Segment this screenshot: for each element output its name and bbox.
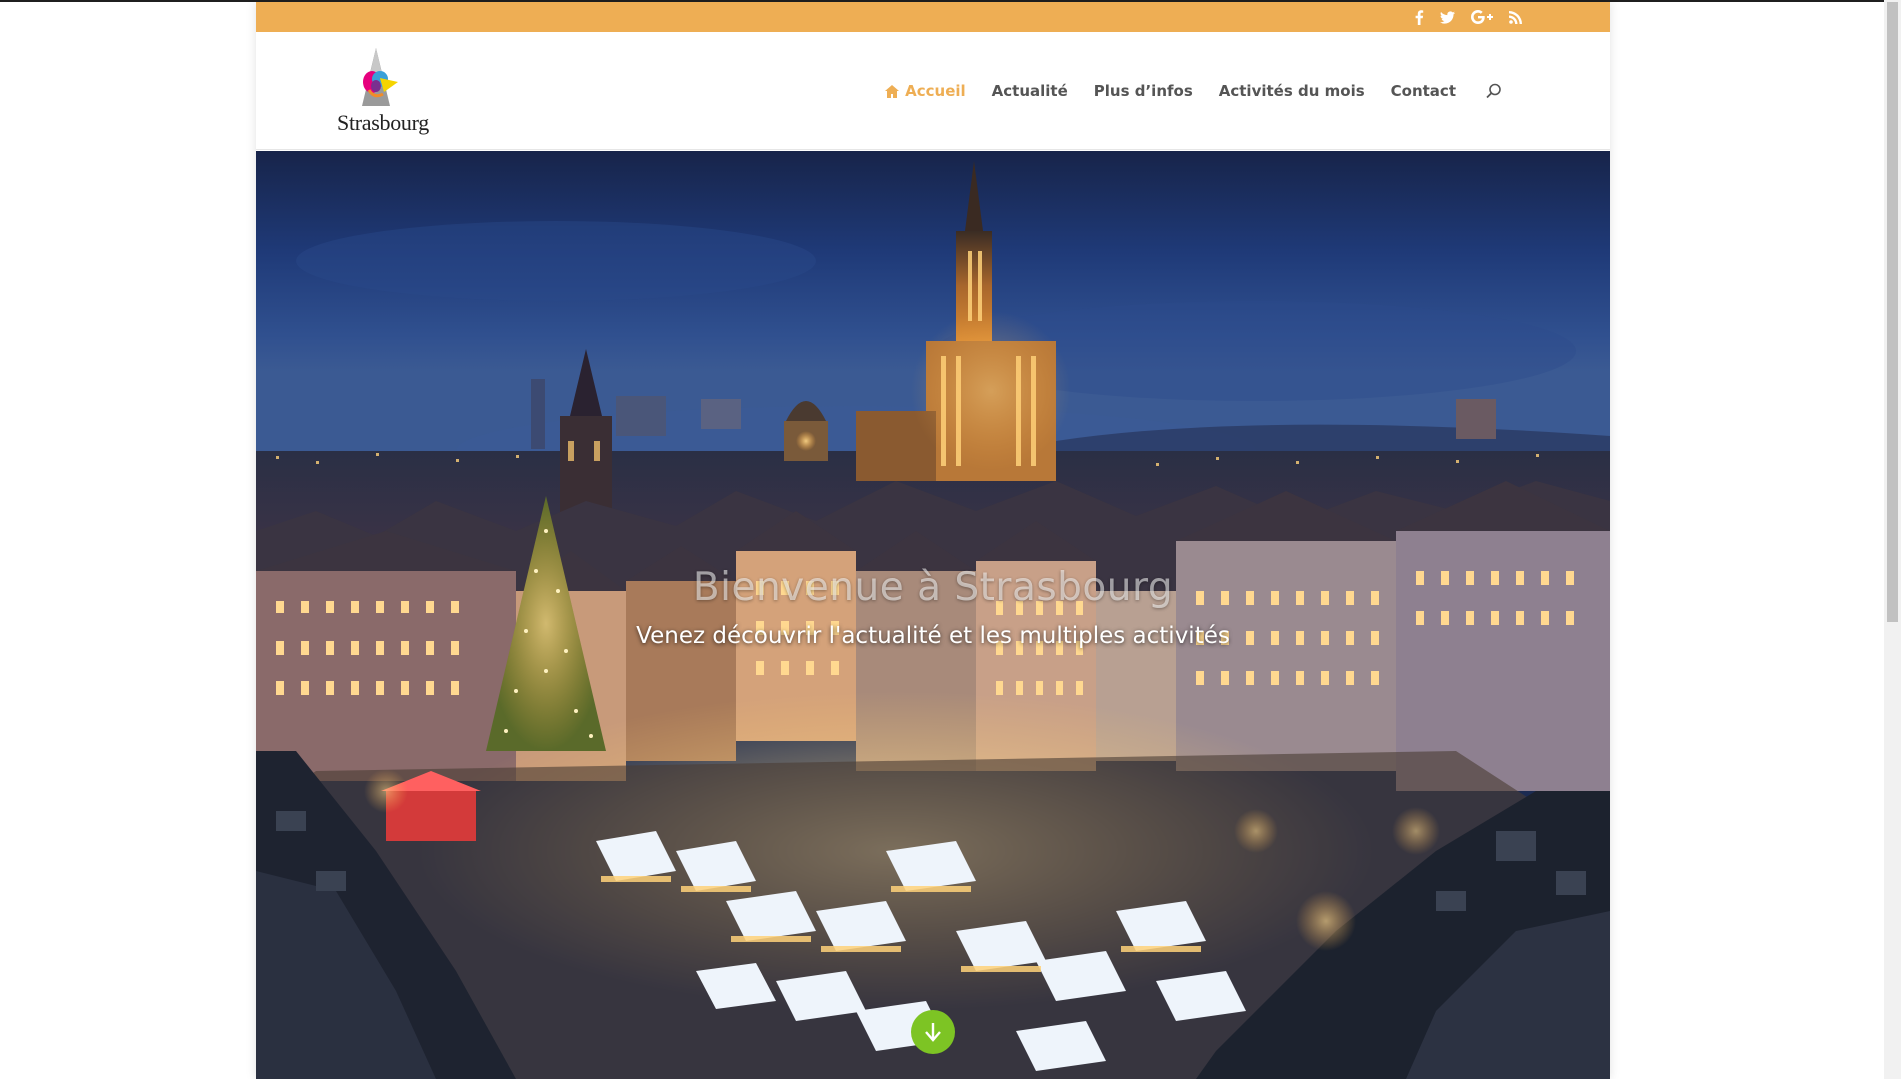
- arrow-down-icon: [925, 1023, 941, 1042]
- site-logo[interactable]: Strasbourg: [328, 44, 438, 144]
- scrollbar-thumb[interactable]: [1887, 2, 1898, 622]
- nav-item-activites-du-mois[interactable]: Activités du mois: [1219, 82, 1365, 100]
- logo-text: Strasbourg: [337, 110, 429, 135]
- hero-title: Bienvenue à Strasbourg: [692, 565, 1174, 610]
- nav-item-label: Accueil: [905, 82, 966, 100]
- nav-item-plus-infos[interactable]: Plus d’infos: [1094, 82, 1193, 100]
- nav-item-actualite[interactable]: Actualité: [992, 82, 1068, 100]
- page-container: Strasbourg Accueil Actualité Plus d’info…: [256, 2, 1610, 1079]
- home-icon: [885, 84, 900, 98]
- nav-item-contact[interactable]: Contact: [1391, 82, 1456, 100]
- hero-subtitle: Venez découvrir l'actualité et les multi…: [636, 623, 1230, 649]
- twitter-icon[interactable]: [1440, 10, 1455, 24]
- google-plus-icon[interactable]: [1471, 10, 1493, 24]
- rss-icon[interactable]: [1509, 10, 1522, 24]
- nav-item-accueil[interactable]: Accueil: [885, 82, 966, 100]
- nav-item-label: Contact: [1390, 82, 1456, 100]
- search-button[interactable]: [1486, 83, 1502, 99]
- search-icon: [1486, 83, 1501, 99]
- top-bar: [256, 2, 1610, 32]
- scroll-down-button[interactable]: [911, 1010, 955, 1054]
- strasbourg-christmas-market-image: [256, 151, 1610, 1079]
- nav-item-label: Activités du mois: [1218, 82, 1365, 100]
- page-scrollbar[interactable]: [1884, 0, 1901, 1079]
- main-navigation: Accueil Actualité Plus d’infos Activités…: [885, 32, 1502, 150]
- social-links: [1414, 2, 1522, 32]
- nav-item-label: Plus d’infos: [1093, 82, 1193, 100]
- strasbourg-logo-icon: [362, 48, 398, 106]
- facebook-icon[interactable]: [1414, 9, 1424, 25]
- hero-section: Bienvenue à Strasbourg Venez découvrir l…: [256, 151, 1610, 1079]
- site-header: Strasbourg Accueil Actualité Plus d’info…: [256, 32, 1610, 150]
- nav-item-label: Actualité: [991, 82, 1068, 100]
